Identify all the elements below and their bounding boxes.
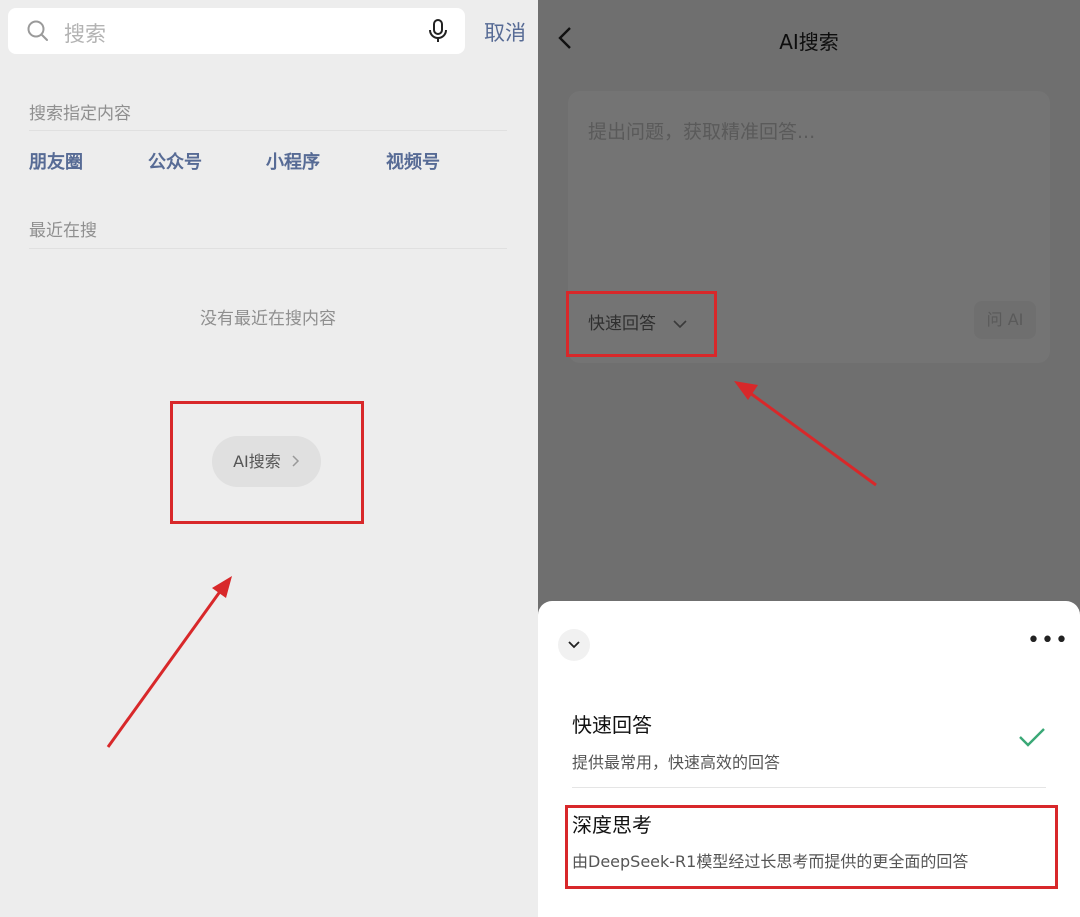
option-description: 提供最常用，快速高效的回答: [572, 753, 781, 772]
more-options-icon[interactable]: •••: [1027, 628, 1069, 653]
annotation-highlight-box: [170, 401, 364, 524]
divider: [572, 787, 1046, 788]
ai-search-screen: AI搜索 提出问题，获取精准回答... 快速回答 问 AI ••• 快速回答 提…: [538, 0, 1080, 917]
search-input[interactable]: 搜索: [64, 18, 106, 48]
chevron-down-icon: [568, 641, 580, 649]
search-screen: 搜索 取消 搜索指定内容 朋友圈 公众号 小程序 视频号 最近在搜 没有最近在搜…: [0, 0, 536, 917]
annotation-arrow: [106, 576, 232, 748]
ask-ai-button[interactable]: 问 AI: [974, 301, 1036, 339]
search-icon: [26, 19, 50, 47]
cancel-button[interactable]: 取消: [484, 17, 526, 47]
option-title: 快速回答: [572, 713, 652, 737]
page-title: AI搜索: [779, 30, 839, 54]
scope-channels[interactable]: 视频号: [386, 148, 440, 174]
search-bar[interactable]: 搜索: [8, 8, 465, 54]
recent-empty-text: 没有最近在搜内容: [200, 309, 336, 329]
recent-section-title: 最近在搜: [29, 221, 97, 241]
microphone-icon[interactable]: [427, 18, 449, 48]
scope-section-title: 搜索指定内容: [29, 104, 131, 124]
annotation-highlight-box: [566, 291, 717, 357]
collapse-button[interactable]: [558, 629, 590, 661]
checkmark-icon: [1018, 726, 1046, 752]
divider: [29, 130, 507, 131]
annotation-highlight-box: [565, 805, 1058, 889]
scope-moments[interactable]: 朋友圈: [29, 148, 83, 174]
question-input[interactable]: 提出问题，获取精准回答...: [588, 117, 815, 144]
divider: [29, 248, 507, 249]
scope-mini-programs[interactable]: 小程序: [266, 148, 320, 174]
annotation-arrow: [734, 381, 877, 487]
scope-official-accounts[interactable]: 公众号: [148, 148, 202, 174]
